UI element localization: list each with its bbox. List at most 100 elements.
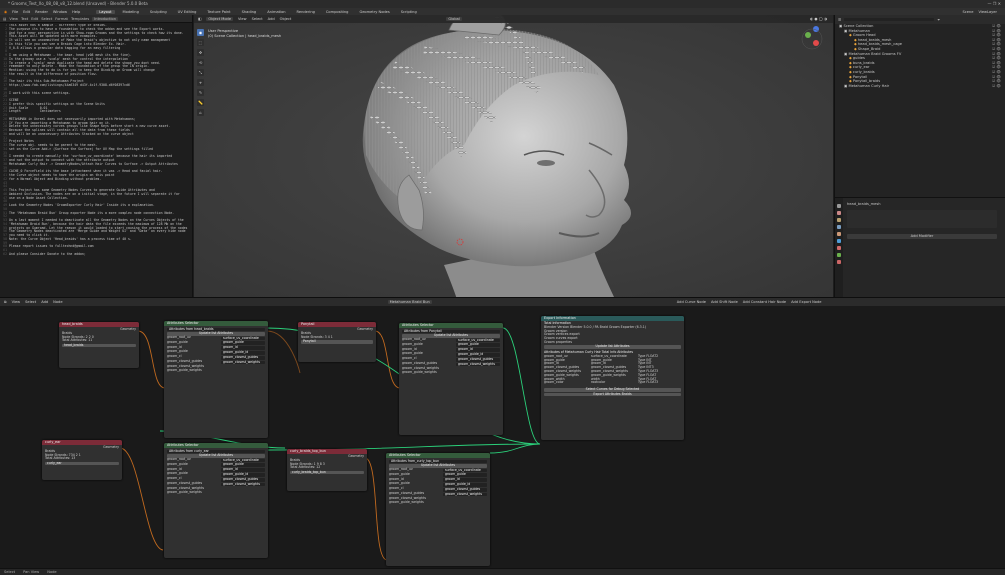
- node-attributes-selector-4[interactable]: Attributes Selector Attributes from_curly…: [386, 453, 490, 566]
- tab-modeling[interactable]: Modeling: [120, 10, 142, 14]
- viewport-menu-object[interactable]: Object: [280, 17, 292, 21]
- node-attributes-selector-3[interactable]: Attributes Selector Attributes from Ponyt…: [399, 323, 503, 435]
- code-text: use on a Node Asset Collection.: [9, 195, 69, 200]
- viewlayer-selector[interactable]: ViewLayer: [978, 10, 997, 14]
- rotate-tool-icon[interactable]: ⟲: [197, 59, 204, 66]
- add-modifier-button[interactable]: Add Modifier: [847, 234, 997, 239]
- attribute-row: groom_guide_weights: [389, 499, 487, 505]
- attribute-value-field[interactable]: groom_closest_guides: [443, 487, 487, 492]
- viewport-menu-add[interactable]: Add: [268, 17, 275, 21]
- modifier-tab-icon[interactable]: [837, 239, 841, 243]
- node-head-braids[interactable]: head_braids Geometry Braids Node Strands…: [59, 322, 139, 368]
- tool-tab-icon[interactable]: [837, 204, 841, 208]
- tab-sculpting[interactable]: Sculpting: [147, 10, 170, 14]
- tab-geometry-nodes[interactable]: Geometry Nodes: [356, 10, 392, 14]
- top-menu-bar: ◉ File Edit Render Window Help Layout Mo…: [0, 8, 1005, 15]
- source-object-field[interactable]: curly_braids_top_bun: [290, 470, 364, 475]
- code-text: set on the Curve Add-> (Surface the Surf…: [9, 146, 153, 151]
- text-menu-view[interactable]: View: [9, 17, 18, 21]
- text-menu-select[interactable]: Select: [41, 17, 52, 21]
- attribute-value-field[interactable]: groom_closest_guides: [221, 477, 265, 482]
- move-tool-icon[interactable]: ✥: [197, 49, 204, 56]
- scene-selector[interactable]: Scene: [962, 10, 973, 14]
- tab-shading[interactable]: Shading: [239, 10, 260, 14]
- toolbar: ◉ ⬚ ✥ ⟲ ⤡ ⌖ ✎ 📏 ⌂: [197, 29, 204, 116]
- annotate-tool-icon[interactable]: ✎: [197, 89, 204, 96]
- text-editor-content[interactable]: 1 This asset has a sample - different typ…: [0, 24, 193, 257]
- text-file-selector[interactable]: Introduction: [92, 16, 118, 21]
- outliner-tree: ▣ Scene Collection ☑ 👁 ▣ Metahuman ☑ 👁 ◆ Gro…: [835, 24, 1005, 88]
- physics-tab-icon[interactable]: [837, 246, 841, 250]
- menu-edit[interactable]: Edit: [23, 10, 30, 14]
- viewport-menu-select[interactable]: Select: [252, 17, 263, 21]
- text-menu-templates[interactable]: Templates: [71, 17, 89, 21]
- code-text: and will be an unnecessary Attributes St…: [9, 131, 134, 136]
- tab-uv-editing[interactable]: UV Editing: [175, 10, 200, 14]
- export-attribute-cell: Type FLOAT3: [638, 380, 659, 385]
- shading-mode-icons[interactable]: ◐ ● ◯ ◑: [810, 17, 827, 21]
- node-attributes-selector-1[interactable]: Attributes Selector Attributes from head_…: [164, 321, 268, 438]
- node-curly-braids-top-bun[interactable]: curly_braids_top_bun Geometry Braids Nod…: [287, 449, 367, 491]
- attribute-row: groom_guide_weights: [167, 490, 265, 495]
- tab-layout[interactable]: Layout: [96, 9, 115, 14]
- node-attributes-selector-2[interactable]: Attributes Selector Attributes from curly…: [164, 443, 268, 558]
- attribute-value-field[interactable]: groom_closest_guides: [456, 357, 500, 362]
- outliner-panel: ☰ ⏷ ▣ Scene Collection ☑ 👁 ▣ Metahuman ☑ 👁 ◆…: [834, 15, 1005, 197]
- object-mode-dropdown[interactable]: Object Mode: [206, 17, 234, 21]
- blender-logo-icon[interactable]: ◉: [4, 10, 7, 14]
- update-attributes-button[interactable]: Update list Attributes: [544, 344, 681, 350]
- box-select-icon[interactable]: ⬚: [197, 39, 204, 46]
- window-controls[interactable]: — ❐ ✕: [988, 0, 1001, 8]
- text-menu-format[interactable]: Format: [55, 17, 68, 21]
- add-cube-tool-icon[interactable]: ⌂: [197, 109, 204, 116]
- tab-texture-paint[interactable]: Texture Paint: [204, 10, 233, 14]
- output-tab-icon[interactable]: [837, 218, 841, 222]
- scene-tab-icon[interactable]: [837, 225, 841, 229]
- measure-tool-icon[interactable]: 📏: [197, 99, 204, 106]
- constraints-tab-icon[interactable]: [837, 253, 841, 257]
- attribute-value-field[interactable]: groom_closest_guides: [221, 355, 265, 360]
- menu-file[interactable]: File: [12, 10, 18, 14]
- menu-render[interactable]: Render: [35, 10, 48, 14]
- node-ponytail[interactable]: Ponytail Geometry Braids Node Strands: 3…: [298, 322, 376, 362]
- properties-panel: head_braids_mesh Add Modifier: [834, 197, 1005, 298]
- outliner-header: ☰ ⏷: [835, 15, 1005, 24]
- tab-compositing[interactable]: Compositing: [323, 10, 352, 14]
- attribute-value-field[interactable]: groom_closest_weights: [443, 492, 487, 497]
- attribute-name: groom_guide_weights: [167, 367, 202, 372]
- menu-window[interactable]: Window: [53, 10, 67, 14]
- export-attributes-button[interactable]: Export Attributes Braids: [544, 392, 681, 397]
- cursor-tool-icon[interactable]: ⌖: [197, 79, 204, 86]
- text-menu-text[interactable]: Text: [21, 17, 28, 21]
- transform-orientation-dropdown[interactable]: Global: [446, 17, 462, 21]
- scale-tool-icon[interactable]: ⤡: [197, 69, 204, 76]
- node-editor-panel[interactable]: ⧉ View Select Add Node Metahuman Braid B…: [0, 297, 1005, 568]
- 3d-viewport[interactable]: ◧ Object Mode View Select Add Object Glo…: [194, 15, 833, 297]
- outliner-search-input[interactable]: [844, 17, 935, 22]
- source-object-field[interactable]: curly_ear: [45, 461, 119, 466]
- attribute-name: groom_guide_weights: [389, 499, 424, 504]
- tab-scripting[interactable]: Scripting: [398, 10, 420, 14]
- render-tab-icon[interactable]: [837, 211, 841, 215]
- object-tab-icon[interactable]: [837, 232, 841, 236]
- viewport-editor-type-icon[interactable]: ◧: [198, 17, 201, 21]
- tab-animation[interactable]: Animation: [264, 10, 288, 14]
- material-tab-icon[interactable]: [837, 260, 841, 264]
- filter-icon[interactable]: ⏷: [937, 18, 940, 22]
- attribute-value-field[interactable]: groom_closest_weights: [221, 360, 265, 365]
- outliner-editor-icon[interactable]: ☰: [838, 18, 841, 22]
- node-curly-ear[interactable]: curly_ear Geometry Braids Node Strands: …: [42, 440, 122, 480]
- source-object-field[interactable]: Ponytail: [301, 339, 373, 344]
- viewport-menu-view[interactable]: View: [238, 17, 247, 21]
- tab-rendering[interactable]: Rendering: [294, 10, 318, 14]
- select-tool-icon[interactable]: ◉: [197, 29, 204, 36]
- node-export-information[interactable]: Export Information Total Information Ble…: [541, 316, 684, 440]
- attribute-value-field[interactable]: groom_closest_weights: [221, 482, 265, 487]
- attribute-value-field[interactable]: groom_closest_weights: [456, 362, 500, 367]
- text-menu-edit[interactable]: Edit: [31, 17, 38, 21]
- source-object-field[interactable]: head_braids: [62, 343, 136, 348]
- visibility-toggle-icon[interactable]: ☑ 👁: [992, 84, 1001, 89]
- menu-help[interactable]: Help: [72, 10, 80, 14]
- outliner-item[interactable]: ▣ Metahuman Curly Hair ☑ 👁: [835, 84, 1005, 89]
- editor-type-icon[interactable]: ▤: [3, 17, 6, 21]
